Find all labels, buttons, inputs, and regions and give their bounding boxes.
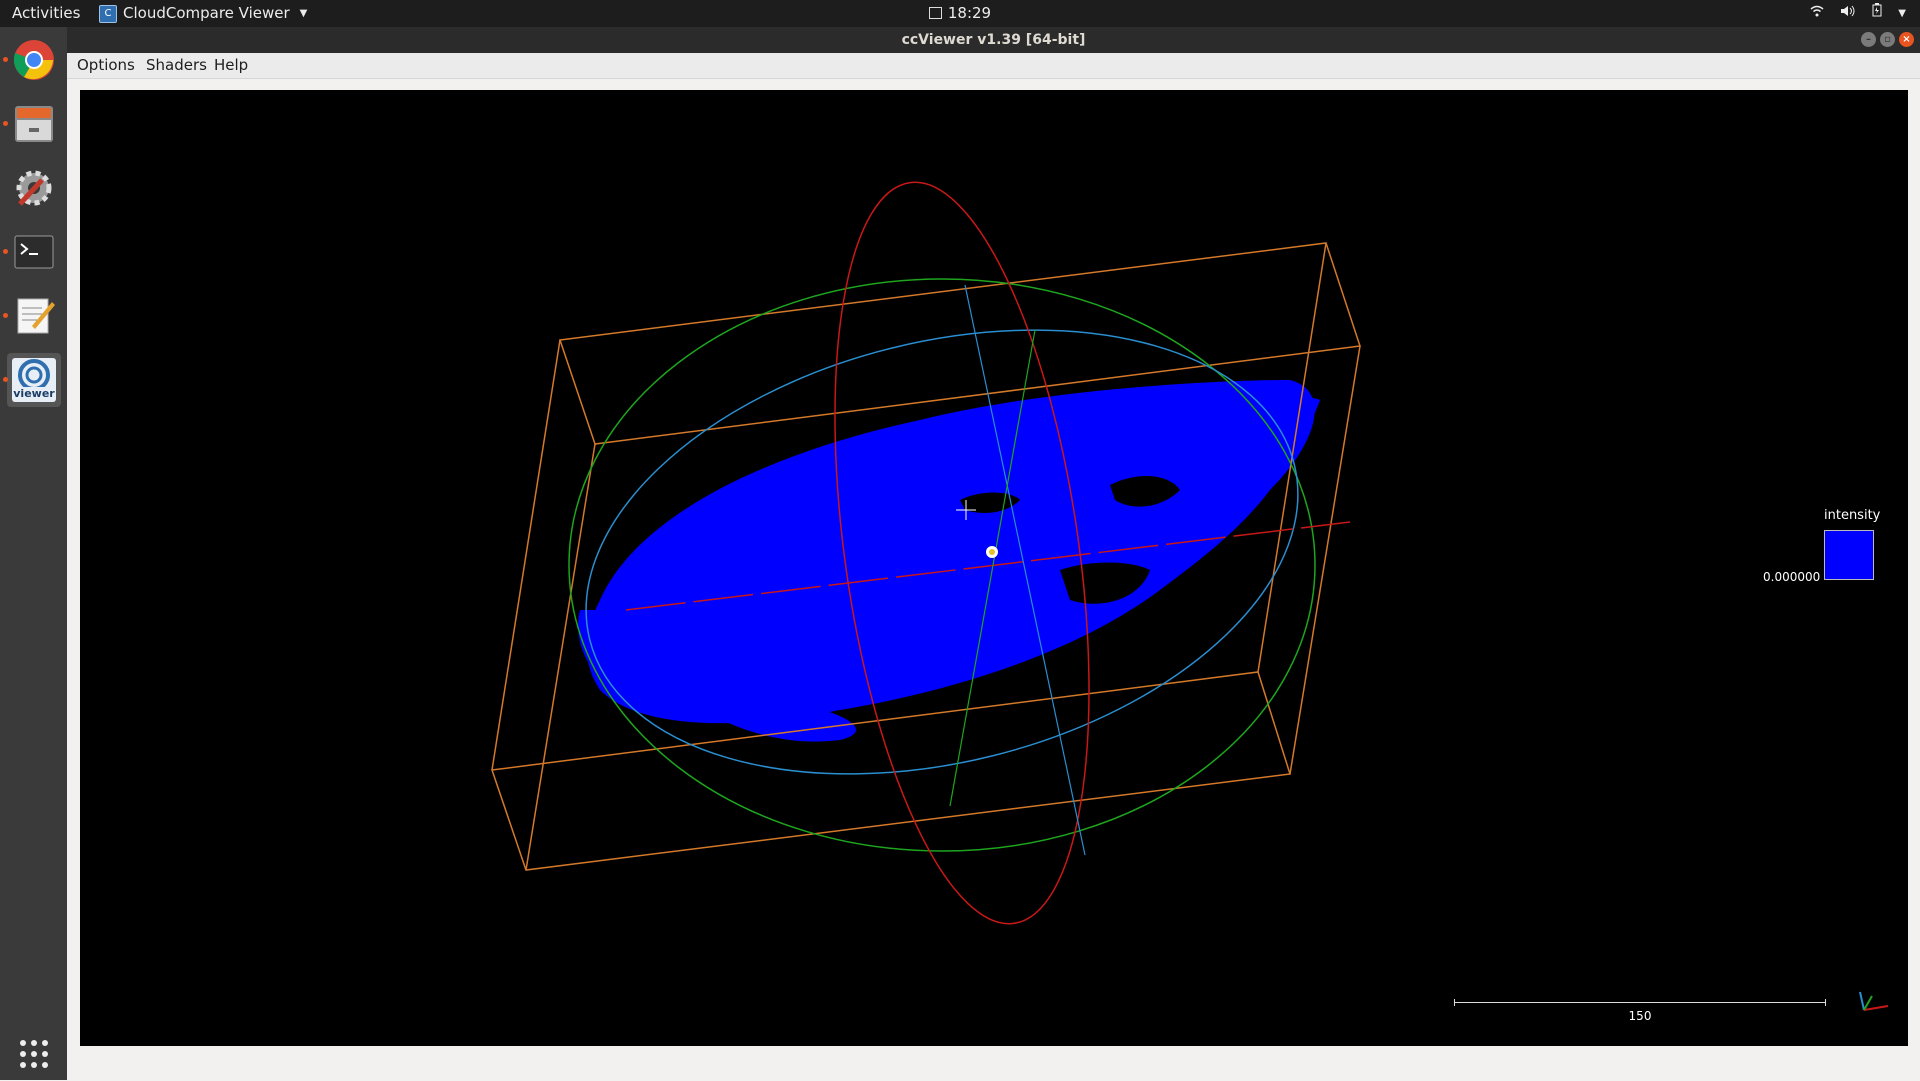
menu-shaders[interactable]: Shaders (146, 56, 207, 74)
window-controls: – ▫ × (1861, 32, 1914, 47)
scale-bar-label: 150 (1628, 1009, 1652, 1023)
legend-title: intensity (1824, 508, 1881, 523)
chrome-icon (13, 40, 54, 80)
maximize-button[interactable]: ▫ (1880, 32, 1895, 47)
running-indicator (3, 249, 8, 254)
scale-bar (1454, 999, 1826, 1006)
clock-time: 18:29 (947, 4, 992, 22)
launcher-terminal[interactable] (3, 225, 61, 279)
chevron-down-icon: ▼ (1898, 8, 1906, 19)
clock[interactable]: 18:29 (0, 0, 1920, 27)
launcher-ccviewer[interactable]: viewer (3, 353, 61, 407)
top-bar: Activities C CloudCompare Viewer ▼ 18:29… (0, 0, 1920, 27)
calendar-icon (928, 7, 942, 19)
running-indicator (3, 377, 8, 382)
status-bar (67, 1046, 1920, 1080)
point-cloud (578, 380, 1320, 742)
menu-help[interactable]: Help (214, 56, 248, 74)
window-title: ccViewer v1.39 [64-bit] (901, 32, 1086, 48)
launcher-text-editor[interactable] (3, 289, 61, 343)
terminal-icon (14, 235, 54, 269)
legend-value: 0.000000 (1763, 570, 1821, 584)
window-titlebar[interactable]: ccViewer v1.39 [64-bit] – ▫ × (67, 27, 1920, 53)
show-applications-button[interactable] (7, 1027, 61, 1081)
wifi-icon (1810, 0, 1824, 27)
settings-tools-icon (16, 170, 52, 206)
system-status[interactable]: ▼ (1810, 0, 1906, 27)
running-indicator (3, 121, 8, 126)
launcher-dock: viewer (0, 27, 67, 1080)
legend-color-swatch (1824, 530, 1874, 580)
3d-viewport[interactable]: intensity 0.000000 150 (80, 90, 1908, 1046)
running-indicator (3, 313, 8, 318)
running-indicator (3, 57, 8, 62)
pivot-point-icon (986, 546, 998, 558)
ccviewer-label: viewer (13, 387, 55, 400)
menu-options[interactable]: Options (77, 56, 135, 74)
axis-trihedron-icon (1859, 991, 1889, 1011)
volume-icon (1840, 0, 1856, 27)
launcher-settings[interactable] (7, 161, 61, 215)
point-cloud-scene (490, 181, 1361, 925)
text-editor-icon (17, 298, 55, 334)
file-cabinet-icon (15, 106, 53, 142)
apps-grid-icon (20, 1040, 48, 1068)
minimize-button[interactable]: – (1861, 32, 1876, 47)
launcher-chrome[interactable] (3, 33, 61, 87)
launcher-files[interactable] (3, 97, 61, 151)
close-button[interactable]: × (1899, 32, 1914, 47)
battery-icon (1872, 0, 1882, 27)
menu-bar: Options Shaders Help (67, 53, 1920, 79)
